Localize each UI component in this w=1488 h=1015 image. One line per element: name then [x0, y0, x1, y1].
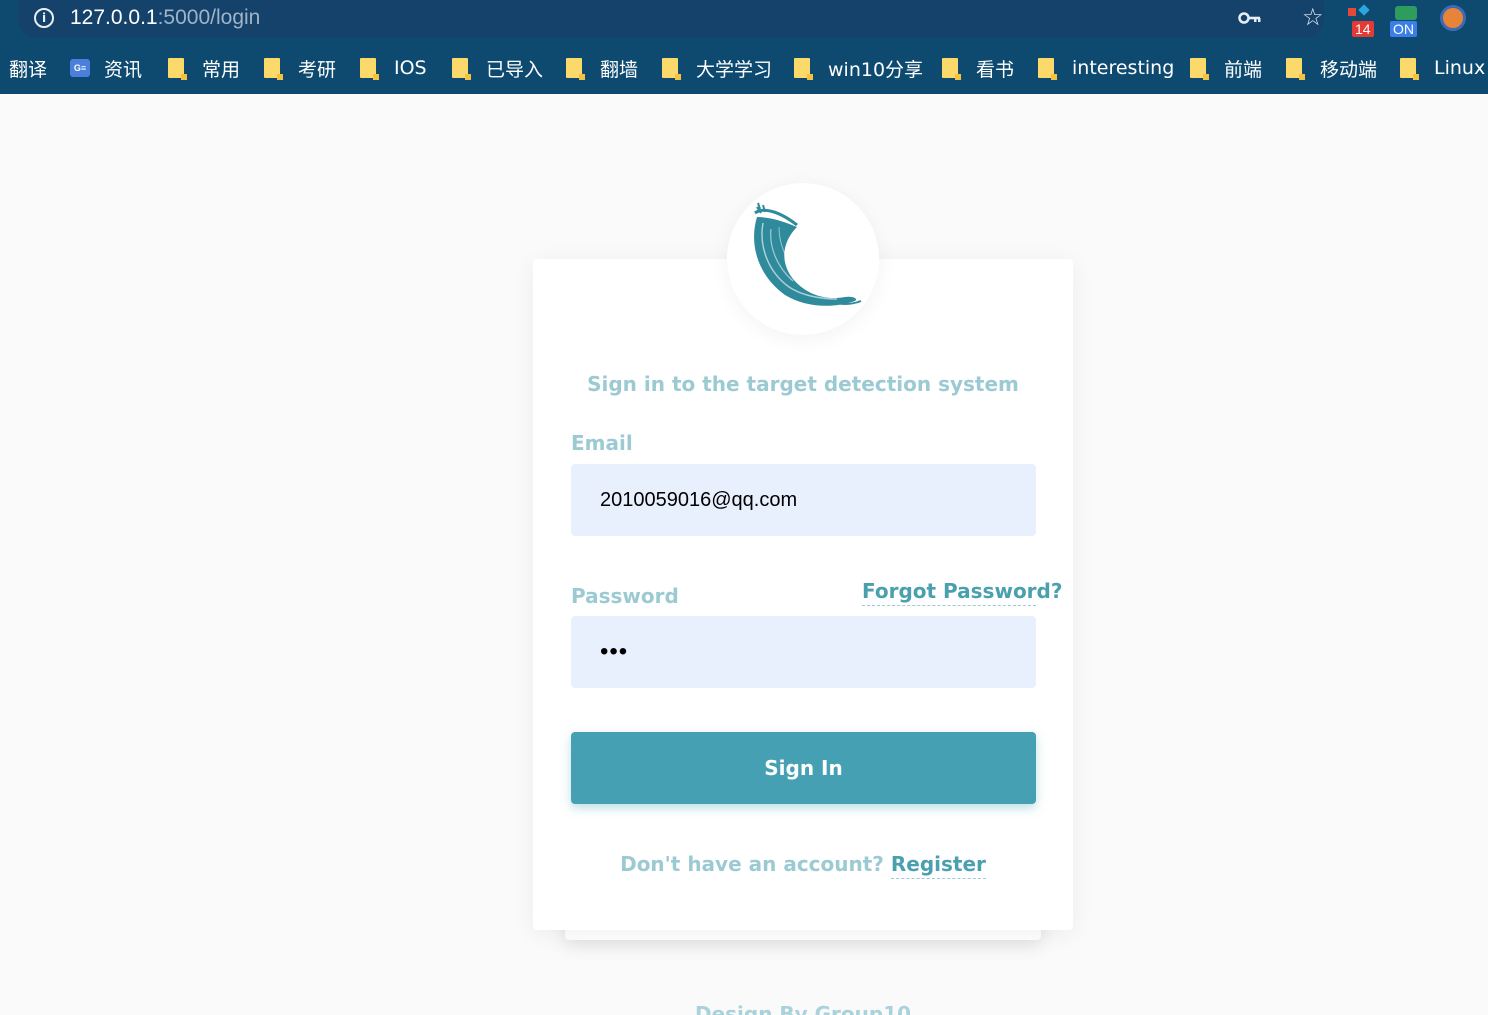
extension-badge-icon[interactable]: 14	[1348, 4, 1378, 37]
browser-chrome: i 127.0.0.1:5000/login ☆ 14 ON 翻译 G≡ 资讯 常…	[0, 0, 1488, 94]
info-icon[interactable]: i	[34, 8, 54, 28]
register-prompt: Don't have an account? Register	[533, 852, 1073, 879]
bookmark-label: interesting	[1072, 57, 1175, 79]
bookmark-folder[interactable]: 常用	[168, 54, 240, 82]
bookmark-folder[interactable]: win10分享	[794, 54, 923, 82]
bookmark-label: Linux	[1434, 57, 1486, 79]
register-link[interactable]: Register	[890, 852, 986, 879]
bookmark-folder[interactable]: 翻墙	[566, 54, 638, 82]
bookmark-label: 考研	[298, 58, 337, 81]
profile-extension-icon[interactable]	[1440, 5, 1466, 31]
no-account-text: Don't have an account?	[620, 852, 884, 876]
logo-graphic	[754, 202, 862, 306]
url-text[interactable]: 127.0.0.1:5000/login	[70, 6, 260, 30]
bookmark-folder[interactable]: Linux	[1400, 54, 1485, 82]
folder-icon	[794, 58, 813, 80]
footer-credit: Design By Group10	[694, 1002, 912, 1015]
url-path: :5000/login	[157, 6, 261, 29]
extension-on-badge: ON	[1390, 21, 1417, 37]
folder-icon	[1190, 58, 1209, 80]
bookmark-folder[interactable]: 大学学习	[662, 54, 772, 82]
bookmark-label: win10分享	[828, 58, 924, 81]
bookmark-folder[interactable]: 已导入	[452, 54, 543, 82]
bookmark-label: 看书	[976, 58, 1015, 81]
bookmark-folder[interactable]: 移动端	[1286, 54, 1377, 82]
bookmark-label: 大学学习	[696, 58, 773, 81]
bookmark-label: 前端	[1224, 58, 1263, 81]
password-field[interactable]	[571, 616, 1036, 688]
sign-in-button[interactable]: Sign In	[571, 732, 1036, 804]
bookmark-label: 移动端	[1320, 58, 1378, 81]
extension-toggle-icon[interactable]: ON	[1390, 6, 1420, 37]
bookmark-folder[interactable]: 前端	[1190, 54, 1262, 82]
folder-icon	[662, 58, 681, 80]
bookmark-folder[interactable]: IOS	[360, 54, 427, 82]
bookmark-folder[interactable]: 看书	[942, 54, 1014, 82]
ext-toggle-top	[1395, 6, 1417, 20]
bookmark-label: 已导入	[486, 58, 544, 81]
address-bar[interactable]: i 127.0.0.1:5000/login ☆	[18, 0, 1324, 38]
folder-icon	[168, 58, 187, 80]
key-icon[interactable]	[1238, 8, 1262, 28]
google-news-icon: G≡	[70, 59, 90, 77]
email-label: Email	[571, 431, 633, 455]
bookmark-star-icon[interactable]: ☆	[1302, 3, 1324, 31]
extension-count-badge: 14	[1352, 21, 1374, 37]
folder-icon	[1286, 58, 1305, 80]
flask-horn-logo-icon	[727, 183, 879, 335]
bookmark-label: 翻译	[9, 58, 48, 81]
bookmark-translate[interactable]: 翻译	[9, 54, 47, 82]
folder-icon	[1400, 58, 1419, 80]
login-subtitle: Sign in to the target detection system	[587, 372, 1019, 396]
bookmark-label: 常用	[202, 58, 241, 81]
folder-icon	[1038, 58, 1057, 80]
password-label: Password	[571, 584, 679, 608]
bookmark-label: IOS	[394, 57, 427, 79]
bookmark-folder[interactable]: 考研	[264, 54, 336, 82]
folder-icon	[452, 58, 471, 80]
bookmarks-bar: 翻译 G≡ 资讯 常用 考研 IOS 已导入 翻墙 大学学习 win10分享 看书…	[0, 50, 1488, 86]
bookmark-label: 翻墙	[600, 58, 639, 81]
bookmark-news[interactable]: G≡ 资讯	[70, 54, 142, 82]
folder-icon	[566, 58, 585, 80]
folder-icon	[942, 58, 961, 80]
folder-icon	[264, 58, 283, 80]
ext-square	[1348, 8, 1356, 16]
forgot-password-link[interactable]: Forgot Password?	[862, 579, 1062, 606]
bookmark-folder[interactable]: interesting	[1038, 54, 1174, 82]
bookmark-label: 资讯	[104, 58, 143, 81]
folder-icon	[360, 58, 379, 80]
url-host: 127.0.0.1	[70, 6, 158, 29]
ext-diamond	[1358, 4, 1370, 16]
email-field[interactable]	[571, 464, 1036, 536]
